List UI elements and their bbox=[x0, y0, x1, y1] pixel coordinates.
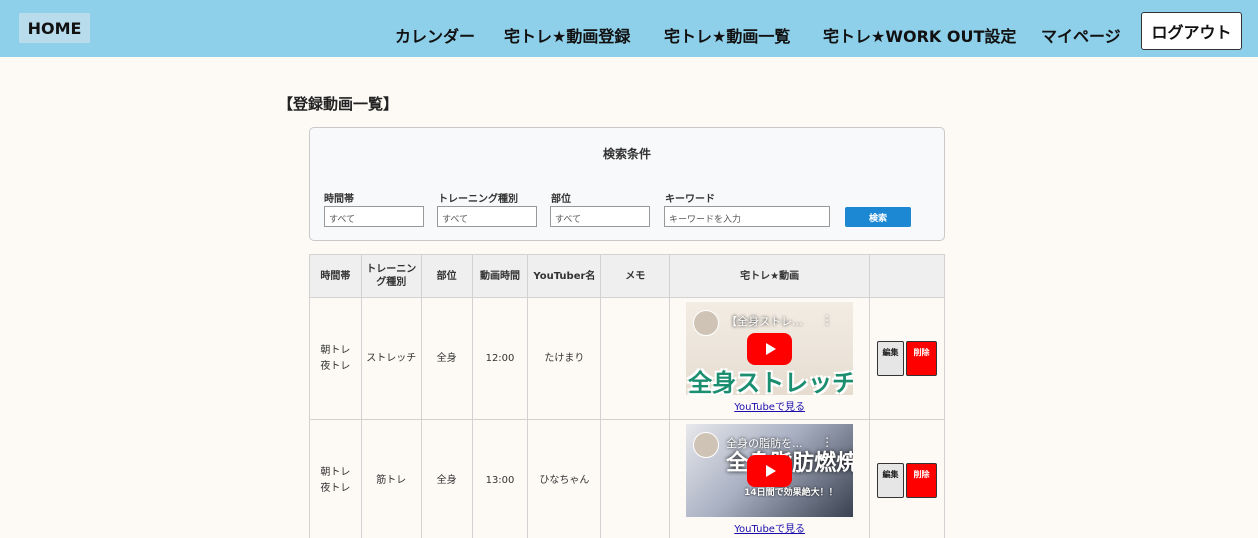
edit-button[interactable]: 編集 bbox=[877, 341, 905, 376]
channel-avatar bbox=[693, 431, 720, 458]
video-thumbnail[interactable]: 【全身ストレ... ⋮ 全身ストレッチ bbox=[686, 301, 854, 395]
youtube-link[interactable]: YouTubeで見る bbox=[670, 522, 869, 538]
duration-cell: 13:00 bbox=[471, 419, 529, 538]
nav-workout-settings[interactable]: 宅トレ★WORK OUT設定 bbox=[823, 23, 1016, 47]
training-type-select[interactable]: すべて bbox=[437, 206, 537, 227]
thumbnail-subcaption: 14日間で効果絶大！！ bbox=[744, 487, 838, 498]
col-header-youtuber: YouTuber名 bbox=[527, 254, 602, 298]
video-thumbnail[interactable]: 全身の脂肪を... ⋮ 全身脂肪燃焼 14日間で効果絶大！！ bbox=[686, 423, 854, 517]
video-title: 全身の脂肪を... bbox=[726, 436, 803, 450]
col-header-training-type: トレーニング種別 bbox=[360, 254, 422, 298]
col-header-duration: 動画時間 bbox=[471, 254, 529, 298]
memo-cell bbox=[600, 419, 671, 538]
more-vert-icon[interactable]: ⋮ bbox=[821, 434, 833, 450]
duration-cell: 12:00 bbox=[471, 297, 529, 420]
page-title: 【登録動画一覧】 bbox=[278, 95, 399, 113]
youtuber-cell: たけまり bbox=[527, 297, 602, 420]
body-part-cell: 全身 bbox=[420, 419, 473, 538]
keyword-label: キーワード bbox=[665, 194, 715, 205]
play-icon[interactable] bbox=[747, 454, 793, 487]
memo-cell bbox=[600, 297, 671, 420]
col-header-memo: メモ bbox=[600, 254, 671, 298]
actions-cell: 編集 削除 bbox=[869, 297, 945, 420]
col-header-body-part: 部位 bbox=[420, 254, 473, 298]
delete-button[interactable]: 削除 bbox=[906, 341, 938, 376]
video-title: 【全身ストレ... bbox=[726, 314, 803, 328]
body-part-label: 部位 bbox=[551, 194, 571, 205]
nav-video-list[interactable]: 宅トレ★動画一覧 bbox=[664, 23, 790, 47]
col-header-time-slot: 時間帯 bbox=[309, 254, 362, 298]
keyword-input[interactable]: キーワードを入力 bbox=[664, 206, 830, 227]
logout-button[interactable]: ログアウト bbox=[1141, 12, 1242, 50]
video-cell: 【全身ストレ... ⋮ 全身ストレッチ YouTubeで見る bbox=[669, 297, 871, 420]
nav-calendar[interactable]: カレンダー bbox=[395, 23, 475, 47]
main-nav: カレンダー 宅トレ★動画登録 宅トレ★動画一覧 宅トレ★WORK OUT設定 マ… bbox=[0, 14, 1258, 54]
delete-button[interactable]: 削除 bbox=[906, 463, 938, 498]
nav-video-register[interactable]: 宅トレ★動画登録 bbox=[504, 23, 630, 47]
actions-cell: 編集 削除 bbox=[869, 419, 945, 538]
col-header-video: 宅トレ★動画 bbox=[669, 254, 871, 298]
time-slot-cell: 朝トレ 夜トレ bbox=[309, 419, 362, 538]
training-type-cell: 筋トレ bbox=[360, 419, 422, 538]
youtube-link[interactable]: YouTubeで見る bbox=[670, 400, 869, 416]
delete-button-label: 削除 bbox=[913, 348, 930, 357]
delete-button-label: 削除 bbox=[913, 470, 930, 479]
video-table: 時間帯 トレーニング種別 部位 動画時間 YouTuber名 メモ 宅トレ★動画… bbox=[309, 254, 945, 538]
edit-button-label: 編集 bbox=[882, 348, 899, 357]
edit-button[interactable]: 編集 bbox=[877, 463, 905, 498]
time-slot-label: 時間帯 bbox=[324, 194, 354, 205]
table-row: 朝トレ 夜トレ ストレッチ 全身 12:00 たけまり 【全身ストレ... ⋮ … bbox=[309, 297, 945, 420]
time-slot-morning: 朝トレ bbox=[320, 466, 351, 478]
search-button[interactable]: 検索 bbox=[845, 207, 911, 227]
training-type-cell: ストレッチ bbox=[360, 297, 422, 420]
thumbnail-caption: 全身ストレッチ bbox=[688, 368, 854, 395]
time-slot-cell: 朝トレ 夜トレ bbox=[309, 297, 362, 420]
top-navbar: HOME カレンダー 宅トレ★動画登録 宅トレ★動画一覧 宅トレ★WORK OU… bbox=[0, 0, 1258, 57]
time-slot-select[interactable]: すべて bbox=[324, 206, 424, 227]
play-icon[interactable] bbox=[747, 332, 793, 365]
col-header-actions bbox=[869, 254, 945, 298]
channel-avatar bbox=[693, 309, 720, 336]
table-header-row: 時間帯 トレーニング種別 部位 動画時間 YouTuber名 メモ 宅トレ★動画 bbox=[309, 254, 945, 298]
nav-mypage[interactable]: マイページ bbox=[1041, 23, 1121, 47]
training-type-label: トレーニング種別 bbox=[438, 194, 518, 205]
youtuber-cell: ひなちゃん bbox=[527, 419, 602, 538]
body-part-select[interactable]: すべて bbox=[550, 206, 650, 227]
time-slot-night: 夜トレ bbox=[320, 482, 351, 494]
time-slot-morning: 朝トレ bbox=[320, 344, 351, 356]
body-part-cell: 全身 bbox=[420, 297, 473, 420]
more-vert-icon[interactable]: ⋮ bbox=[821, 312, 833, 328]
search-panel: 検索条件 時間帯 すべて トレーニング種別 すべて 部位 すべて キーワード キ… bbox=[309, 127, 945, 241]
search-title: 検索条件 bbox=[602, 147, 651, 161]
video-cell: 全身の脂肪を... ⋮ 全身脂肪燃焼 14日間で効果絶大！！ YouTubeで見… bbox=[669, 419, 871, 538]
edit-button-label: 編集 bbox=[882, 470, 899, 479]
time-slot-night: 夜トレ bbox=[320, 360, 351, 372]
table-row: 朝トレ 夜トレ 筋トレ 全身 13:00 ひなちゃん 全身の脂肪を... ⋮ 全… bbox=[309, 419, 945, 538]
